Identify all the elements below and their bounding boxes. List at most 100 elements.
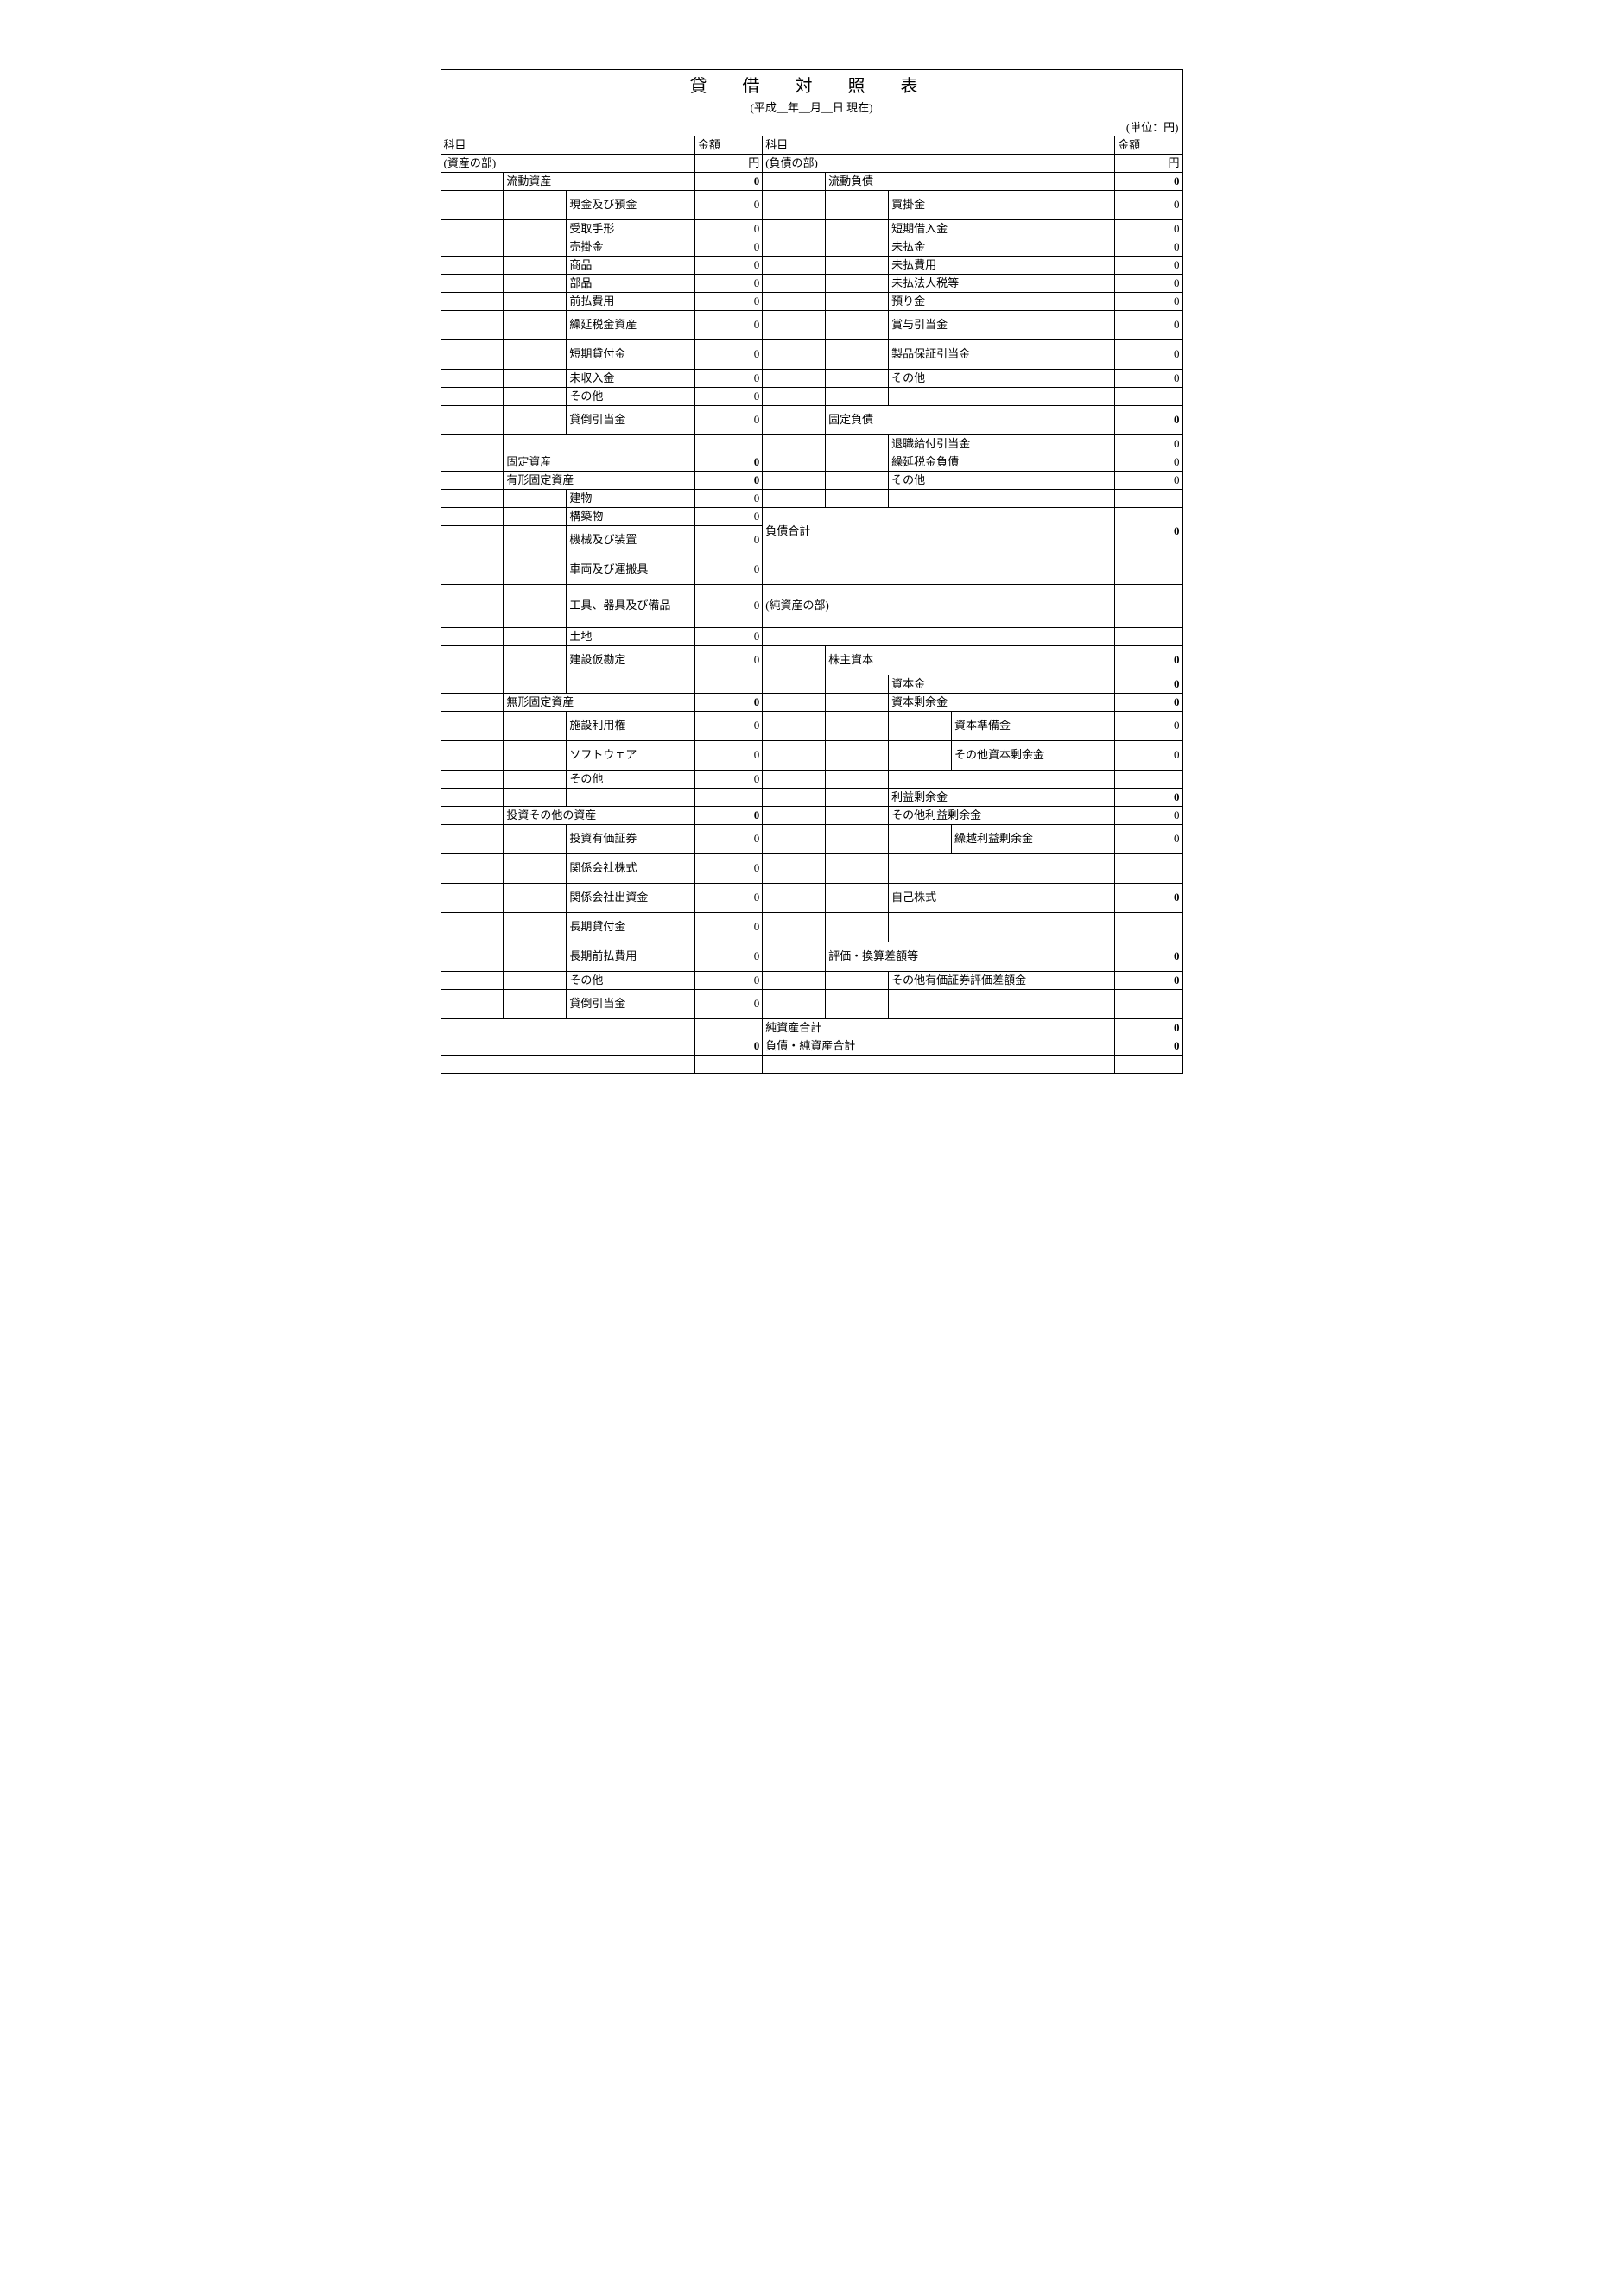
cell-amt: 0 — [1115, 191, 1182, 220]
cell: 資本金 — [889, 675, 1115, 694]
cell: 繰延税金資産 — [567, 311, 695, 340]
cell-amt: 0 — [694, 972, 762, 990]
table-row: 投資その他の資産0 その他利益剰余金0 — [441, 807, 1182, 825]
cell: 貸倒引当金 — [567, 406, 695, 435]
table-row: 売掛金0 未払金0 — [441, 238, 1182, 257]
hdr-left-item: 科目 — [441, 136, 694, 155]
cell-amt: 0 — [694, 854, 762, 884]
cell: 商品 — [567, 257, 695, 275]
table-row: 無形固定資産0 資本剰余金0 — [441, 694, 1182, 712]
cell-amt: 0 — [694, 370, 762, 388]
cell: 自己株式 — [889, 884, 1115, 913]
cell-amt: 0 — [694, 453, 762, 472]
doc-title: 貸 借 対 照 表 — [441, 69, 1183, 98]
cell-amt: 0 — [694, 275, 762, 293]
cell-amt: 0 — [694, 771, 762, 789]
cell-amt: 0 — [694, 807, 762, 825]
cell-amt: 0 — [694, 646, 762, 675]
cell-amt: 0 — [1115, 238, 1182, 257]
cell: 無形固定資産 — [504, 694, 694, 712]
cell: 賞与引当金 — [889, 311, 1115, 340]
cell: 受取手形 — [567, 220, 695, 238]
cell-yen: 円 — [1115, 155, 1182, 173]
cell-amt: 0 — [1115, 275, 1182, 293]
assets-total-amt: 0 — [694, 1037, 762, 1056]
cell: 車両及び運搬具 — [567, 555, 695, 585]
cell: 流動負債 — [826, 173, 1115, 191]
cell-amt: 0 — [1115, 675, 1182, 694]
cell-amt: 0 — [694, 257, 762, 275]
table-row: 工具、器具及び備品0 (純資産の部) — [441, 585, 1182, 628]
cell-amt: 0 — [694, 490, 762, 508]
cell-amt: 0 — [694, 990, 762, 1019]
table-row: 関係会社株式0 — [441, 854, 1182, 884]
cell-amt: 0 — [1115, 293, 1182, 311]
cell-amt: 0 — [1115, 340, 1182, 370]
liab-net-total: 負債・純資産合計 — [763, 1037, 1115, 1056]
net-assets-section: (純資産の部) — [763, 585, 1115, 628]
table-row: 構築物0 負債合計0 — [441, 508, 1182, 526]
cell-amt: 0 — [1115, 173, 1182, 191]
balance-table: 科目 金額 科目 金額 (資産の部) 円 (負債の部) 円 流動資産0 流動負債… — [441, 136, 1183, 1074]
cell-amt: 0 — [694, 388, 762, 406]
table-row: 利益剰余金0 — [441, 789, 1182, 807]
cell-amt: 0 — [1115, 807, 1182, 825]
table-row: 短期貸付金0 製品保証引当金0 — [441, 340, 1182, 370]
cell: 部品 — [567, 275, 695, 293]
cell-amt: 0 — [1115, 694, 1182, 712]
cell: 機械及び装置 — [567, 526, 695, 555]
table-row — [441, 1056, 1182, 1074]
table-row: 貸倒引当金0 — [441, 990, 1182, 1019]
table-row: 投資有価証券0 繰越利益剰余金0 — [441, 825, 1182, 854]
cell-amt: 0 — [1115, 311, 1182, 340]
cell-amt: 0 — [694, 191, 762, 220]
cell: 預り金 — [889, 293, 1115, 311]
cell-amt: 0 — [1115, 884, 1182, 913]
hdr-right-amt: 金額 — [1115, 136, 1182, 155]
cell-amt: 0 — [694, 406, 762, 435]
cell-amt: 0 — [1115, 1037, 1182, 1056]
cell-amt: 0 — [1115, 406, 1182, 435]
cell: 土地 — [567, 628, 695, 646]
table-row: 長期貸付金0 — [441, 913, 1182, 942]
cell: 未払費用 — [889, 257, 1115, 275]
cell-amt: 0 — [1115, 1019, 1182, 1037]
cell: ソフトウェア — [567, 741, 695, 771]
cell: 前払費用 — [567, 293, 695, 311]
cell: 利益剰余金 — [889, 789, 1115, 807]
cell-amt: 0 — [694, 311, 762, 340]
table-row: 未収入金0 その他0 — [441, 370, 1182, 388]
table-row: 施設利用権0 資本準備金0 — [441, 712, 1182, 741]
cell: 退職給付引当金 — [889, 435, 1115, 453]
cell: その他利益剰余金 — [889, 807, 1115, 825]
cell-amt: 0 — [1115, 453, 1182, 472]
cell: 長期前払費用 — [567, 942, 695, 972]
cell: 繰越利益剰余金 — [951, 825, 1114, 854]
cell-amt: 0 — [694, 712, 762, 741]
cell: 資本準備金 — [951, 712, 1114, 741]
cell: 短期貸付金 — [567, 340, 695, 370]
cell: その他資本剰余金 — [951, 741, 1114, 771]
cell-amt: 0 — [1115, 435, 1182, 453]
cell-amt: 0 — [1115, 741, 1182, 771]
cell-amt: 0 — [694, 628, 762, 646]
cell-amt: 0 — [1115, 825, 1182, 854]
table-row: 長期前払費用0 評価・換算差額等0 — [441, 942, 1182, 972]
liab-section: (負債の部) — [763, 155, 1115, 173]
table-row: 固定資産0 繰延税金負債0 — [441, 453, 1182, 472]
cell-amt: 0 — [1115, 972, 1182, 990]
doc-subtitle: (平成__年__月__日 現在) — [441, 98, 1183, 117]
cell: 関係会社出資金 — [567, 884, 695, 913]
cell-amt: 0 — [1115, 508, 1182, 555]
table-row: 有形固定資産0 その他0 — [441, 472, 1182, 490]
table-row: 部品0 未払法人税等0 — [441, 275, 1182, 293]
cell-amt: 0 — [694, 913, 762, 942]
table-row: 車両及び運搬具0 — [441, 555, 1182, 585]
cell-amt: 0 — [1115, 257, 1182, 275]
table-header-row: 科目 金額 科目 金額 — [441, 136, 1182, 155]
cell-amt: 0 — [694, 293, 762, 311]
cell: 売掛金 — [567, 238, 695, 257]
table-row: (資産の部) 円 (負債の部) 円 — [441, 155, 1182, 173]
cell-amt: 0 — [1115, 370, 1182, 388]
cell: その他 — [567, 771, 695, 789]
